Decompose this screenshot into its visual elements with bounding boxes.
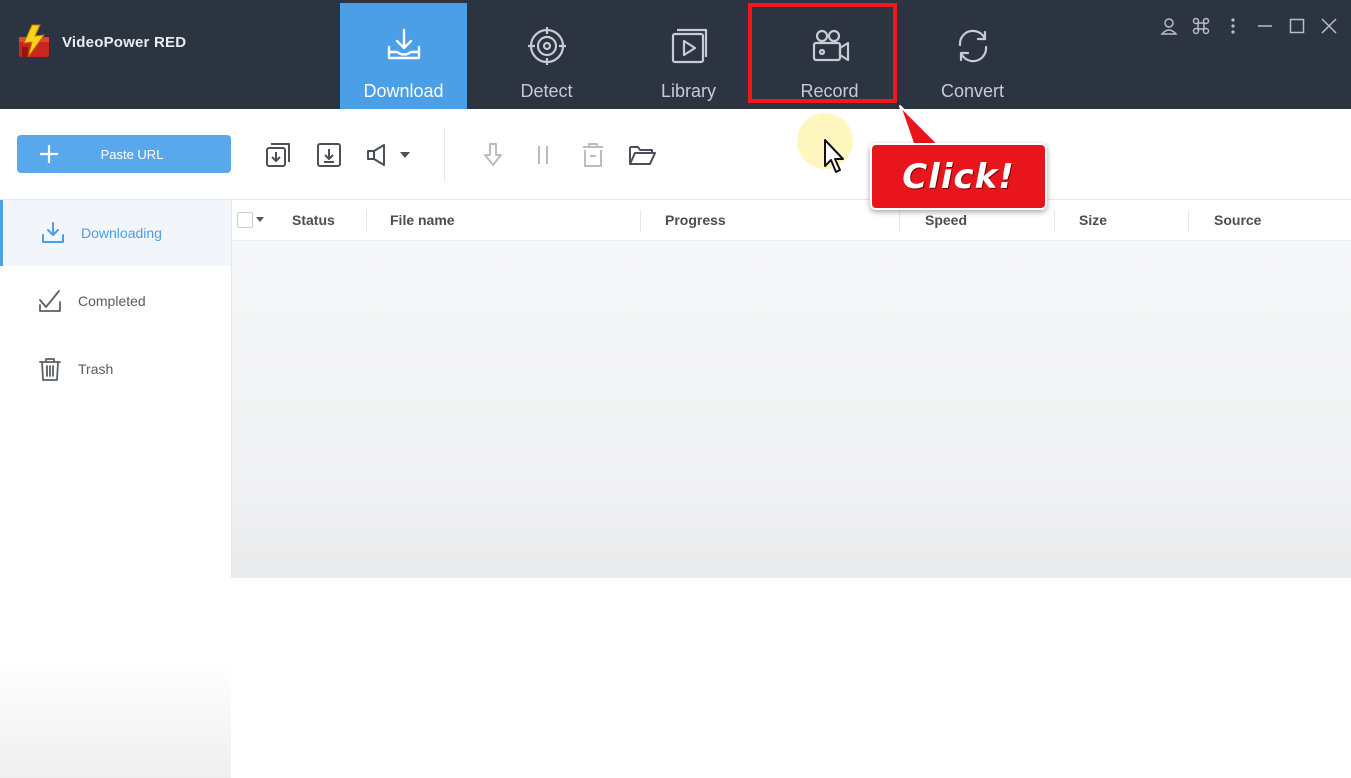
column-divider [1054, 210, 1055, 232]
tab-download-label: Download [363, 81, 444, 101]
sidebar: Downloading Completed Trash [0, 200, 232, 778]
chevron-down-icon[interactable] [396, 141, 414, 169]
speaker-icon[interactable] [364, 141, 392, 169]
sidebar-fade [0, 660, 231, 778]
library-play-icon [671, 28, 707, 64]
column-status[interactable]: Status [292, 200, 335, 240]
open-folder-icon[interactable] [628, 141, 656, 169]
column-size[interactable]: Size [1079, 200, 1107, 240]
download-table-header: Status File name Progress Speed Size Sou… [232, 200, 1351, 241]
pause-icon[interactable] [529, 141, 557, 169]
paste-url-button[interactable]: Paste URL [17, 135, 231, 173]
tab-convert[interactable]: Convert [909, 3, 1036, 109]
column-divider [640, 210, 641, 232]
window-controls [1159, 16, 1339, 36]
tab-detect[interactable]: Detect [483, 3, 610, 109]
select-all-checkbox[interactable] [237, 212, 253, 228]
sidebar-item-label: Trash [78, 361, 114, 377]
click-callout: Click! [870, 143, 1047, 210]
check-icon [39, 290, 61, 312]
trash-icon [39, 358, 61, 381]
tab-detect-label: Detect [520, 81, 573, 101]
column-file-name[interactable]: File name [390, 200, 455, 240]
download-box-icon[interactable] [315, 141, 343, 169]
tab-convert-label: Convert [940, 81, 1005, 101]
sidebar-item-label: Downloading [81, 225, 162, 241]
resume-icon[interactable] [479, 141, 507, 169]
more-vertical-icon[interactable] [1223, 16, 1243, 36]
column-divider [366, 210, 367, 232]
paste-url-label: Paste URL [100, 146, 164, 162]
download-icon [42, 222, 64, 243]
tab-library[interactable]: Library [625, 3, 752, 109]
app-brand: VideoPower RED [16, 22, 186, 62]
sidebar-item-label: Completed [78, 293, 146, 309]
toolbar-separator [444, 129, 445, 181]
target-icon [527, 27, 566, 65]
minimize-icon[interactable] [1255, 16, 1275, 36]
sidebar-item-completed[interactable]: Completed [0, 268, 231, 334]
app-title: VideoPower RED [62, 33, 187, 51]
column-divider [899, 210, 900, 232]
download-tray-icon [387, 28, 420, 60]
record-tab-highlight [748, 3, 897, 103]
callout-text: Click! [902, 156, 1015, 197]
app-logo-icon [19, 24, 49, 58]
sidebar-item-trash[interactable]: Trash [0, 336, 231, 402]
close-icon[interactable] [1319, 16, 1339, 36]
download-table-body [232, 241, 1351, 578]
column-source[interactable]: Source [1214, 200, 1261, 240]
title-bar: VideoPower RED Download Detect Library R… [0, 0, 1351, 109]
mouse-pointer-icon [824, 139, 844, 173]
convert-cycle-icon [958, 29, 987, 63]
sidebar-item-downloading[interactable]: Downloading [0, 200, 231, 266]
column-progress[interactable]: Progress [665, 200, 726, 240]
delete-icon[interactable] [579, 141, 607, 169]
select-options-caret-icon[interactable] [256, 217, 264, 222]
toolbar: Paste URL [0, 109, 1351, 200]
tab-download[interactable]: Download [340, 3, 467, 109]
user-icon[interactable] [1159, 16, 1179, 36]
maximize-icon[interactable] [1287, 16, 1307, 36]
command-icon[interactable] [1191, 16, 1211, 36]
tab-library-label: Library [660, 81, 717, 101]
column-divider [1188, 210, 1189, 232]
batch-download-icon[interactable] [264, 141, 292, 169]
